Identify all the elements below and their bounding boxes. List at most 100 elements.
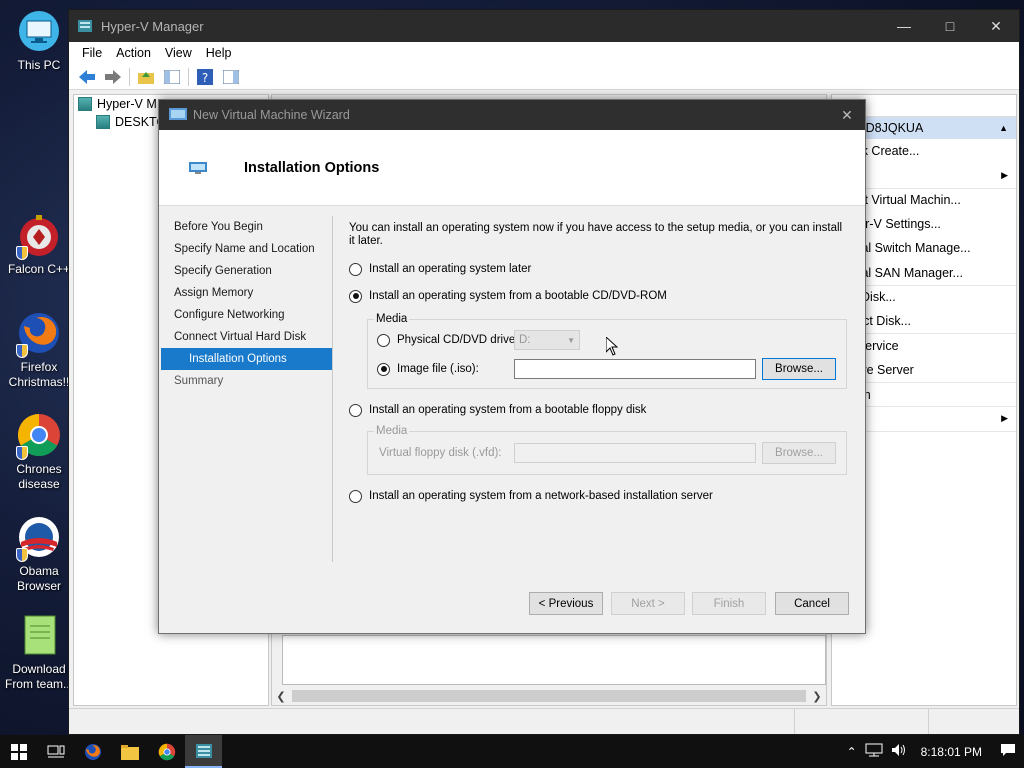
menu-help[interactable]: Help: [199, 46, 239, 60]
floppy-input[interactable]: [514, 443, 756, 463]
menu-bar: File Action View Help: [69, 42, 1019, 64]
desktop-icon-this-pc[interactable]: This PC: [2, 8, 76, 73]
wizard-step-specify-name-and-location[interactable]: Specify Name and Location: [161, 238, 333, 260]
task-view-icon[interactable]: [37, 735, 74, 768]
mouse-cursor-icon: [605, 335, 619, 359]
radio-physical-drive[interactable]: [377, 333, 390, 347]
image-file-row: Image file (.iso): Browse...: [368, 358, 846, 380]
chevron-down-icon: ▼: [567, 335, 575, 345]
scroll-track[interactable]: [292, 690, 806, 702]
wizard-steps: Before You Begin Specify Name and Locatio…: [161, 216, 333, 392]
radio-image-file[interactable]: [377, 362, 390, 376]
browse-iso-button[interactable]: Browse...: [762, 358, 836, 380]
chrome-taskbar-icon[interactable]: [148, 735, 185, 768]
radio-button[interactable]: [349, 262, 362, 276]
menu-view[interactable]: View: [158, 46, 199, 60]
desktop-icon-label: Download From team...: [4, 662, 73, 691]
server-icon: [96, 115, 110, 129]
desktop-icon-obama-browser[interactable]: Obama Browser: [2, 514, 76, 594]
option-label: Install an operating system from a boota…: [369, 404, 647, 416]
firefox-icon: [16, 310, 62, 358]
hyperv-title: Hyper-V Manager: [101, 18, 204, 34]
collapse-caret-icon[interactable]: ▲: [999, 123, 1008, 133]
file-explorer-icon[interactable]: [111, 735, 148, 768]
notepad-icon: [16, 612, 62, 658]
wizard-step-specify-generation[interactable]: Specify Generation: [161, 260, 333, 282]
finish-button[interactable]: Finish: [692, 592, 766, 615]
hyperv-taskbar-icon[interactable]: [185, 735, 222, 768]
back-arrow-icon[interactable]: [77, 67, 97, 87]
wizard-header: Installation Options: [159, 130, 865, 206]
radio-button-selected[interactable]: [349, 289, 362, 303]
drive-select[interactable]: D: ▼: [514, 330, 580, 350]
option-label: Install an operating system from a netwo…: [369, 490, 713, 502]
up-folder-icon[interactable]: [136, 67, 156, 87]
wizard-step-summary[interactable]: Summary: [161, 370, 333, 392]
intro-text: You can install an operating system now …: [349, 222, 843, 247]
option-install-cd[interactable]: Install an operating system from a boota…: [349, 287, 849, 305]
hyperv-titlebar[interactable]: Hyper-V Manager — □ ✕: [69, 10, 1019, 42]
svg-text:?: ?: [202, 71, 208, 85]
browse-floppy-button[interactable]: Browse...: [762, 442, 836, 464]
desktop-icon-chrome[interactable]: Chrones disease: [2, 412, 76, 492]
scroll-left-icon[interactable]: ❮: [272, 690, 290, 703]
wizard-step-connect-virtual-hard-disk[interactable]: Connect Virtual Hard Disk: [161, 326, 333, 348]
shield-icon: [16, 246, 28, 260]
menu-file[interactable]: File: [75, 46, 109, 60]
desktop-icon-download[interactable]: Download From team...: [2, 612, 76, 692]
windows-start-icon[interactable]: [0, 735, 37, 768]
close-icon[interactable]: ✕: [829, 107, 865, 124]
show-hide-tree-icon[interactable]: [162, 67, 182, 87]
wizard-step-assign-memory[interactable]: Assign Memory: [161, 282, 333, 304]
toolbar: ?: [69, 64, 1019, 90]
show-action-pane-icon[interactable]: [221, 67, 241, 87]
option-label: Install an operating system from a boota…: [369, 290, 667, 302]
radio-button[interactable]: [349, 489, 362, 503]
scroll-right-icon[interactable]: ❯: [808, 690, 826, 703]
wizard-titlebar[interactable]: New Virtual Machine Wizard ✕: [159, 100, 865, 130]
previous-button[interactable]: < Previous: [529, 592, 603, 615]
help-icon[interactable]: ?: [195, 67, 215, 87]
desktop-icon-falcon[interactable]: Falcon C++: [2, 212, 76, 277]
floppy-media-group-label: Media: [374, 425, 410, 437]
desktop-icon-label: Chrones disease: [16, 462, 62, 491]
wizard-content: You can install an operating system now …: [349, 222, 849, 505]
clock[interactable]: 8:18:01 PM: [921, 745, 982, 759]
next-button[interactable]: Next >: [611, 592, 685, 615]
notifications-icon[interactable]: [1000, 743, 1016, 760]
radio-button[interactable]: [349, 403, 362, 417]
option-install-floppy[interactable]: Install an operating system from a boota…: [349, 401, 849, 419]
forward-arrow-icon[interactable]: [103, 67, 123, 87]
details-panel: [282, 635, 826, 685]
shield-icon: [16, 344, 28, 358]
wizard-step-before-you-begin[interactable]: Before You Begin: [161, 216, 333, 238]
close-icon[interactable]: ✕: [973, 10, 1019, 42]
desktop-icon-label: Falcon C++: [7, 262, 71, 276]
horizontal-scrollbar[interactable]: ❮ ❯: [272, 687, 826, 705]
desktop-icon-firefox[interactable]: Firefox Christmas!!: [2, 310, 76, 390]
option-install-network[interactable]: Install an operating system from a netwo…: [349, 487, 849, 505]
toolbar-separator: [188, 67, 189, 86]
volume-icon[interactable]: [891, 743, 907, 760]
image-file-input[interactable]: [514, 359, 756, 379]
drive-select-value: D:: [519, 334, 531, 346]
maximize-icon[interactable]: □: [927, 10, 973, 42]
wizard-step-configure-networking[interactable]: Configure Networking: [161, 304, 333, 326]
wizard-icon: [169, 108, 187, 122]
option-install-later[interactable]: Install an operating system later: [349, 260, 849, 278]
desktop-icon-label: Firefox Christmas!!: [8, 360, 70, 389]
network-icon[interactable]: [865, 743, 883, 760]
floppy-label: Virtual floppy disk (.vfd):: [379, 447, 502, 459]
chevron-up-icon[interactable]: ⌃: [847, 745, 857, 759]
wizard-step-installation-options[interactable]: Installation Options: [161, 348, 333, 370]
system-tray: ⌃ 8:18:01 PM: [847, 743, 1024, 760]
minimize-icon[interactable]: —: [881, 10, 927, 42]
chrome-icon: [16, 412, 62, 460]
menu-action[interactable]: Action: [109, 46, 158, 60]
firefox-taskbar-icon[interactable]: [74, 735, 111, 768]
physical-drive-label: Physical CD/DVD drive:: [397, 334, 519, 346]
page-title: Installation Options: [244, 159, 380, 176]
cancel-button[interactable]: Cancel: [775, 592, 849, 615]
shield-icon: [16, 548, 28, 562]
media-group-label: Media: [374, 313, 410, 325]
